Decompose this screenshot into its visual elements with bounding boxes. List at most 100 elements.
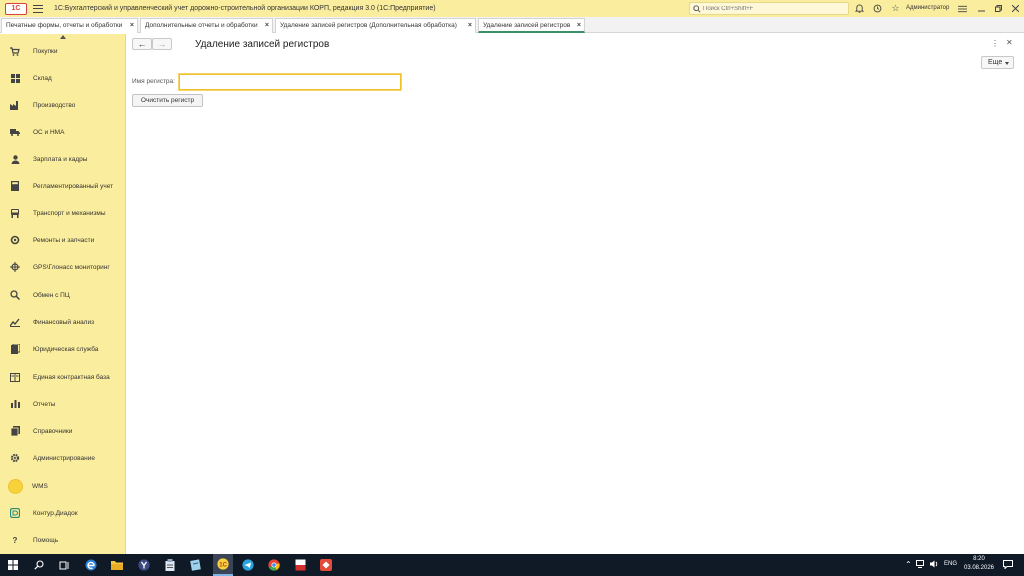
anydesk-icon[interactable] bbox=[319, 558, 333, 572]
clear-register-button[interactable]: Очистить регистр bbox=[132, 94, 203, 107]
tab-label: Печатные формы, отчеты и обработки bbox=[6, 22, 123, 29]
tab-additional-reports[interactable]: Дополнительные отчеты и обработки × bbox=[140, 18, 273, 33]
sidebar-item-gps-monitoring[interactable]: GPS\Глонасс мониторинг bbox=[0, 257, 126, 277]
text-editor-icon[interactable] bbox=[163, 558, 177, 572]
sidebar-item-reports[interactable]: Отчеты bbox=[0, 394, 126, 414]
pdf-reader-icon[interactable] bbox=[293, 558, 307, 572]
close-icon[interactable]: × bbox=[468, 19, 472, 32]
sidebar-item-warehouse[interactable]: Склад bbox=[0, 68, 126, 88]
tab-label: Удаление записей регистров (Дополнительн… bbox=[280, 22, 457, 29]
tab-label: Удаление записей регистров bbox=[483, 22, 571, 29]
sidebar-item-label: Финансовый анализ bbox=[33, 318, 95, 326]
sidebar-item-wms[interactable]: WMS bbox=[0, 476, 126, 496]
sidebar-item-purchases[interactable]: Покупки bbox=[0, 41, 126, 61]
file-explorer-icon[interactable] bbox=[110, 558, 124, 572]
sidebar-item-fixed-assets[interactable]: ОС и НМА bbox=[0, 122, 126, 142]
sidebar-item-label: Зарплата и кадры bbox=[33, 155, 88, 163]
sidebar-item-transport[interactable]: Транспорт и механизмы bbox=[0, 203, 126, 223]
law-icon bbox=[10, 344, 20, 354]
arrow-right-icon: → bbox=[157, 39, 167, 49]
wms-icon bbox=[8, 478, 23, 494]
transport-icon bbox=[10, 208, 20, 218]
back-button[interactable]: ← bbox=[132, 38, 152, 50]
sidebar-item-label: Регламентированный учет bbox=[33, 182, 114, 190]
sidebar-item-legal[interactable]: Юридическая служба bbox=[0, 339, 126, 359]
settings-menu-icon[interactable] bbox=[957, 3, 968, 14]
sidebar-item-label: Покупки bbox=[33, 47, 58, 55]
sidebar-item-label: Единая контрактная база bbox=[33, 373, 110, 381]
search-input[interactable] bbox=[703, 5, 843, 12]
calculator-icon bbox=[10, 181, 20, 191]
windows-start-icon[interactable] bbox=[6, 558, 20, 572]
sidebar-item-help[interactable]: ? Помощь bbox=[0, 530, 126, 550]
notepad-icon[interactable] bbox=[189, 558, 203, 572]
windows-taskbar: 1С ⌃ ENG 8:20 03.08.2026 bbox=[0, 554, 1024, 576]
scroll-up-arrow-icon[interactable] bbox=[60, 35, 66, 39]
logo: 1С bbox=[5, 2, 27, 15]
cart-icon bbox=[10, 46, 20, 56]
sidebar-item-contract-base[interactable]: Единая контрактная база bbox=[0, 367, 126, 387]
sidebar-item-repairs[interactable]: Ремонты и запчасти bbox=[0, 230, 126, 250]
global-search[interactable] bbox=[689, 2, 849, 15]
chevron-down-icon bbox=[1005, 62, 1009, 65]
yandex-browser-icon[interactable] bbox=[137, 558, 151, 572]
sidebar-item-production[interactable]: Производство bbox=[0, 95, 126, 115]
clock-date[interactable]: 03.08.2026 bbox=[961, 565, 997, 571]
sidebar-item-administration[interactable]: Администрирование bbox=[0, 448, 126, 468]
sidebar-item-financial-analysis[interactable]: Финансовый анализ bbox=[0, 312, 126, 332]
open-tabs-bar: Печатные формы, отчеты и обработки × Доп… bbox=[0, 17, 1024, 33]
taskbar-1c-app-icon[interactable]: 1С bbox=[213, 554, 233, 576]
more-button[interactable]: Еще bbox=[981, 56, 1014, 69]
bell-icon[interactable] bbox=[854, 3, 865, 14]
close-icon[interactable]: × bbox=[265, 19, 269, 32]
sidebar-item-label: ОС и НМА bbox=[33, 128, 65, 136]
network-icon[interactable] bbox=[916, 560, 925, 570]
close-icon[interactable]: × bbox=[577, 19, 581, 32]
chrome-icon[interactable] bbox=[267, 558, 281, 572]
chevron-up-icon[interactable]: ⌃ bbox=[905, 560, 912, 569]
star-icon[interactable]: ☆ bbox=[890, 3, 901, 14]
sidebar-item-exchange[interactable]: Обмен с ПЦ bbox=[0, 285, 126, 305]
close-icon[interactable]: × bbox=[130, 19, 134, 32]
user-name[interactable]: Администратор bbox=[906, 5, 949, 11]
form-area: ← → Удаление записей регистров ⋮ ✕ Еще И… bbox=[127, 34, 1024, 554]
more-button-label: Еще bbox=[988, 59, 1003, 66]
tab-register-deletion[interactable]: Удаление записей регистров × bbox=[478, 18, 585, 33]
sidebar-item-diadoc[interactable]: Контур.Диадок bbox=[0, 503, 126, 523]
chart-icon bbox=[10, 317, 20, 327]
task-view-icon[interactable] bbox=[57, 558, 71, 572]
tab-register-deletion-processing[interactable]: Удаление записей регистров (Дополнительн… bbox=[275, 18, 476, 33]
catalogs-icon bbox=[10, 426, 20, 436]
history-icon[interactable] bbox=[872, 3, 883, 14]
sidebar-item-label: Ремонты и запчасти bbox=[33, 236, 95, 244]
sidebar-item-payroll[interactable]: Зарплата и кадры bbox=[0, 149, 126, 169]
forward-button[interactable]: → bbox=[152, 38, 172, 50]
exchange-icon bbox=[10, 290, 20, 300]
language-indicator[interactable]: ENG bbox=[944, 561, 957, 567]
restore-icon[interactable] bbox=[993, 3, 1004, 14]
main-menu-button[interactable] bbox=[33, 4, 43, 13]
sidebar-item-label: Администрирование bbox=[33, 454, 95, 462]
tab-print-forms[interactable]: Печатные формы, отчеты и обработки × bbox=[1, 18, 138, 33]
clock-time[interactable]: 8:20 bbox=[966, 556, 992, 562]
close-window-icon[interactable] bbox=[1010, 3, 1021, 14]
sidebar-item-regulated-accounting[interactable]: Регламентированный учет bbox=[0, 176, 126, 196]
minimize-icon[interactable] bbox=[976, 3, 987, 14]
sidebar-item-label: Склад bbox=[33, 74, 52, 82]
help-icon: ? bbox=[12, 535, 18, 545]
notifications-icon[interactable] bbox=[1003, 560, 1013, 571]
app-title: 1С:Бухгалтерский и управленческий учет д… bbox=[54, 5, 436, 12]
telegram-icon[interactable] bbox=[241, 558, 255, 572]
edge-browser-icon[interactable] bbox=[84, 558, 98, 572]
sidebar-item-label: Транспорт и механизмы bbox=[33, 209, 106, 217]
person-icon bbox=[10, 154, 20, 164]
factory-icon bbox=[10, 100, 20, 110]
search-icon[interactable] bbox=[32, 558, 46, 572]
form-menu-icon[interactable]: ⋮ bbox=[991, 39, 999, 48]
sidebar-item-label: Помощь bbox=[33, 536, 59, 544]
volume-icon[interactable] bbox=[930, 560, 939, 570]
sidebar-item-catalogs[interactable]: Справочники bbox=[0, 421, 126, 441]
close-form-icon[interactable]: ✕ bbox=[1006, 38, 1013, 47]
register-name-input[interactable] bbox=[179, 74, 401, 90]
reports-icon bbox=[10, 399, 20, 409]
